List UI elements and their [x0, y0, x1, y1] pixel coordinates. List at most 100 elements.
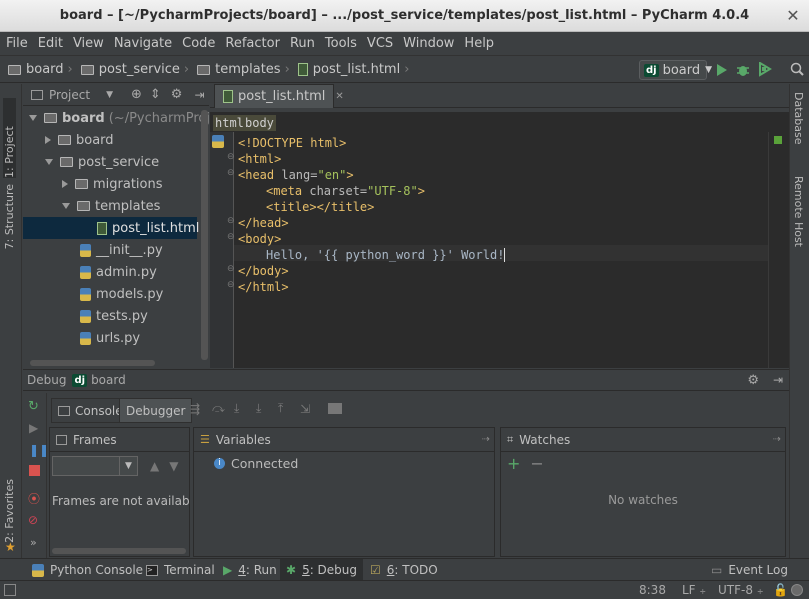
- menu-view[interactable]: View: [68, 33, 109, 55]
- thread-select[interactable]: ▼: [52, 456, 138, 476]
- menu-file[interactable]: File: [0, 33, 33, 55]
- tool-debug[interactable]: ✱ 5: Debug: [280, 559, 364, 581]
- tree-item-post-list[interactable]: post_list.html: [97, 217, 199, 239]
- tree-item-models[interactable]: models.py: [80, 283, 163, 305]
- fold-marker-icon[interactable]: ⊖: [227, 216, 235, 226]
- arrow-down-icon[interactable]: ▼: [169, 459, 178, 473]
- debug-icon[interactable]: [736, 62, 750, 78]
- step-into-my-code-icon[interactable]: ⤓: [256, 401, 278, 416]
- caret-position[interactable]: 8:38: [639, 583, 666, 597]
- tool-todo[interactable]: ☑ 6: TODO: [364, 559, 444, 581]
- tool-tab-project[interactable]: 1: Project: [3, 98, 16, 178]
- gear-icon[interactable]: ⚙: [747, 373, 759, 388]
- tool-tab-structure[interactable]: 7: Structure: [3, 184, 16, 249]
- menu-help[interactable]: Help: [459, 33, 499, 55]
- menu-window[interactable]: Window: [398, 33, 459, 55]
- file-encoding[interactable]: UTF-8 ÷: [718, 583, 764, 597]
- inspector-icon[interactable]: [791, 584, 803, 596]
- watches-panel: ⌗ Watches ⇢ + − No watches: [500, 427, 786, 557]
- python-run-gutter-icon[interactable]: [212, 135, 224, 148]
- pin-icon[interactable]: ⇢: [482, 434, 490, 445]
- fold-marker-icon[interactable]: ⊖: [227, 168, 235, 178]
- rerun-icon[interactable]: ↻: [28, 399, 39, 414]
- tag-crumb-body[interactable]: body: [243, 115, 276, 131]
- step-into-icon[interactable]: ⤓: [234, 401, 256, 416]
- nav-crumb-post-service[interactable]: post_service ›: [80, 62, 193, 77]
- step-over-icon[interactable]: ⤼: [212, 401, 234, 416]
- menu-code[interactable]: Code: [177, 33, 220, 55]
- pin-icon[interactable]: ⇢: [773, 434, 781, 445]
- gear-icon[interactable]: ⚙: [171, 87, 183, 102]
- search-icon[interactable]: [790, 62, 804, 76]
- nav-crumb-templates[interactable]: templates ›: [197, 62, 294, 77]
- line-separator-label: LF: [682, 583, 696, 597]
- project-horizontal-scrollbar[interactable]: [30, 360, 155, 366]
- tool-tab-remote-host[interactable]: Remote Host: [792, 176, 805, 247]
- fold-marker-icon[interactable]: ⊖: [227, 264, 235, 274]
- tool-event-log[interactable]: ▭ Event Log: [705, 559, 794, 581]
- code-token: "UTF-8": [367, 184, 418, 198]
- debug-icon: ✱: [286, 563, 297, 577]
- menu-tools[interactable]: Tools: [320, 33, 362, 55]
- show-execution-point-icon[interactable]: ⇶: [190, 402, 212, 416]
- coverage-icon[interactable]: [757, 62, 772, 77]
- editor-tab-post-list[interactable]: post_list.html ✕: [214, 84, 344, 108]
- run-configuration-select[interactable]: dj board ▼: [639, 60, 712, 80]
- pause-icon[interactable]: ❚❚: [29, 443, 49, 457]
- fold-marker-icon[interactable]: ⊖: [227, 152, 235, 162]
- tree-item-admin[interactable]: admin.py: [80, 261, 157, 283]
- tab-console[interactable]: Console: [51, 398, 130, 423]
- collapse-icon[interactable]: ⇕: [150, 87, 161, 102]
- nav-crumb-post-list[interactable]: post_list.html ›: [297, 62, 414, 77]
- more-icon[interactable]: »: [30, 536, 37, 549]
- tree-item-tests[interactable]: tests.py: [80, 305, 148, 327]
- tool-python-console[interactable]: Python Console: [26, 559, 149, 581]
- tree-item-root[interactable]: board (~/PycharmProj: [29, 107, 209, 129]
- code-line: <head lang="en">: [238, 167, 354, 183]
- chevron-down-icon[interactable]: ▼: [106, 90, 113, 100]
- remove-watch-icon[interactable]: −: [530, 454, 543, 473]
- tool-windows-icon[interactable]: [4, 584, 16, 596]
- menu-vcs[interactable]: VCS: [362, 33, 398, 55]
- tree-item-post-service[interactable]: post_service: [45, 151, 159, 173]
- menu-edit[interactable]: Edit: [33, 33, 68, 55]
- tool-terminal[interactable]: > Terminal: [140, 559, 221, 581]
- hide-icon[interactable]: ⇥: [773, 373, 783, 387]
- hide-icon[interactable]: ⇥: [194, 88, 204, 102]
- project-vertical-scrollbar[interactable]: [201, 110, 208, 360]
- tool-tab-favorites[interactable]: 2: Favorites: [3, 479, 16, 543]
- tree-item-migrations[interactable]: migrations: [62, 173, 163, 195]
- tree-item-board[interactable]: board: [45, 129, 114, 151]
- line-separator[interactable]: LF ÷: [682, 583, 706, 597]
- step-out-icon[interactable]: ⤒: [278, 401, 300, 416]
- fold-marker-icon[interactable]: ⊖: [227, 280, 235, 290]
- code-token: "en": [317, 168, 347, 182]
- tree-item-templates[interactable]: templates: [62, 195, 160, 217]
- arrow-up-icon[interactable]: ▲: [150, 459, 159, 473]
- run-to-cursor-icon[interactable]: ⇲: [300, 402, 322, 416]
- add-watch-icon[interactable]: +: [507, 454, 520, 473]
- close-window-icon[interactable]: ✕: [785, 8, 801, 24]
- view-breakpoints-icon[interactable]: ⦿: [28, 490, 40, 507]
- close-tab-icon[interactable]: ✕: [335, 91, 343, 102]
- tool-run[interactable]: ▶ 4: Run: [217, 559, 283, 581]
- lock-icon[interactable]: 🔓: [773, 583, 788, 597]
- tree-item-init[interactable]: __init__.py: [80, 239, 163, 261]
- tab-debugger[interactable]: Debugger: [119, 398, 193, 423]
- mute-breakpoints-icon[interactable]: ⊘: [28, 513, 38, 527]
- sync-icon[interactable]: ⊕: [131, 87, 142, 102]
- project-panel-title[interactable]: Project: [49, 88, 90, 102]
- menu-refactor[interactable]: Refactor: [220, 33, 285, 55]
- resume-icon[interactable]: ▶: [29, 421, 38, 435]
- tree-item-urls[interactable]: urls.py: [80, 327, 140, 349]
- menu-run[interactable]: Run: [285, 33, 320, 55]
- menu-navigate[interactable]: Navigate: [109, 33, 177, 55]
- frames-horizontal-scrollbar[interactable]: [52, 548, 186, 554]
- fold-marker-icon[interactable]: ⊖: [227, 232, 235, 242]
- tool-tab-database[interactable]: Database: [792, 92, 805, 145]
- evaluate-expression-icon[interactable]: [328, 403, 342, 414]
- stop-icon[interactable]: [29, 465, 40, 476]
- nav-crumb-board[interactable]: board ›: [8, 62, 77, 77]
- run-icon[interactable]: [715, 63, 729, 77]
- tag-crumb-html[interactable]: html: [213, 115, 246, 131]
